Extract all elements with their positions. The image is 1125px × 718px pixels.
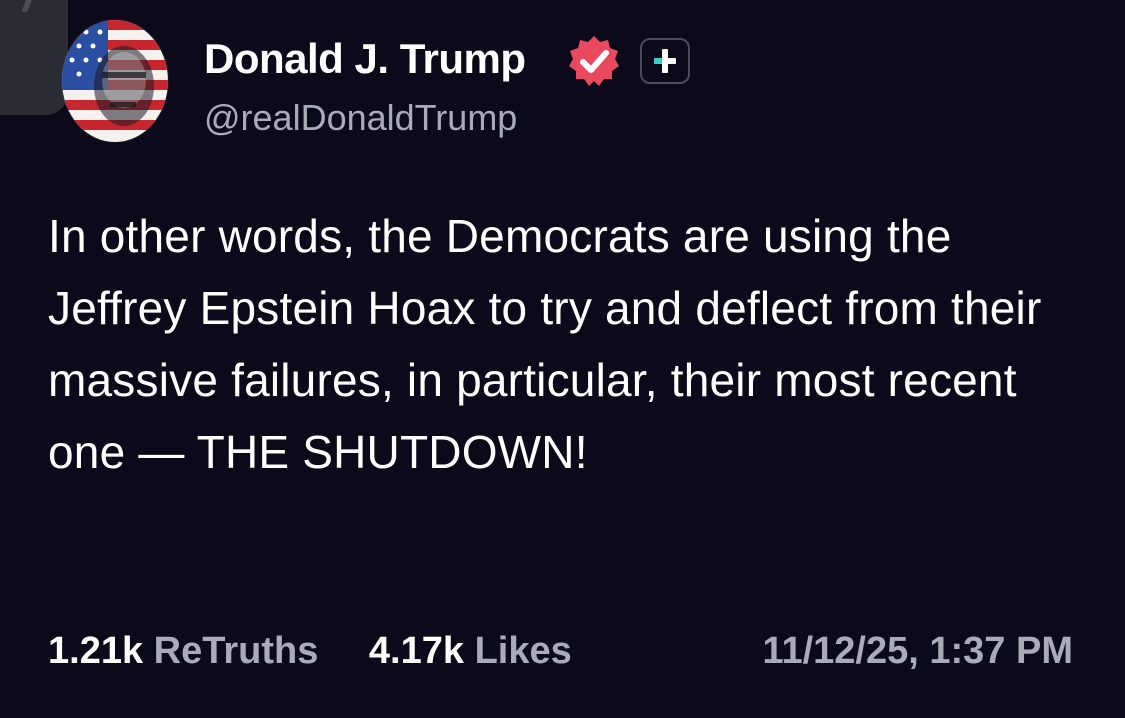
retruths-stat[interactable]: 1.21k ReTruths [48,628,318,674]
author-handle[interactable]: @realDonaldTrump [204,96,517,140]
overlay-mark [21,0,33,12]
corner-overlay [0,0,68,115]
likes-label: Likes [474,630,572,672]
author-display-name[interactable]: Donald J. Trump [204,33,526,85]
retruths-count: 1.21k [48,630,144,672]
post-timestamp: 11/12/25, 1:37 PM [762,630,1073,672]
post-text: In other words, the Democrats are using … [48,210,1055,478]
avatar-image [62,20,168,142]
likes-stat[interactable]: 4.17k Likes [369,628,572,674]
likes-count: 4.17k [368,630,465,672]
post-stats: 1.21k ReTruths 4.17k Likes [48,628,572,674]
retruths-label: ReTruths [153,630,319,672]
avatar[interactable] [62,20,168,142]
plus-badge-icon [640,38,690,84]
verified-check-icon [566,33,622,89]
